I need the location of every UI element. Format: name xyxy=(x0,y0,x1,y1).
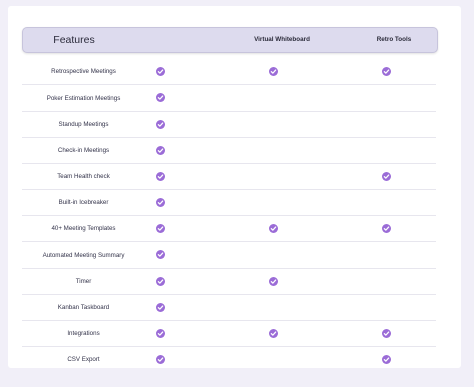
table-row: Check-in Meetings xyxy=(22,138,436,164)
table-row: Standup Meetings xyxy=(22,112,436,138)
feature-label: Standup Meetings xyxy=(58,121,109,128)
check-circle-icon xyxy=(156,354,165,364)
check-circle-icon xyxy=(156,66,165,76)
check-circle-icon xyxy=(156,328,165,338)
table-row: Built-in Icebreaker xyxy=(22,190,436,216)
check-circle-icon xyxy=(382,66,391,76)
feature-label: 40+ Meeting Templates xyxy=(51,225,116,232)
table-row: Automated Meeting Summary xyxy=(22,242,436,269)
check-circle-icon xyxy=(156,119,165,129)
check-circle-icon xyxy=(269,66,278,76)
table-row: Poker Estimation Meetings xyxy=(22,85,436,112)
header-virtual-whiteboard: Virtual Whiteboard xyxy=(254,36,310,43)
table-row: 40+ Meeting Templates xyxy=(22,216,436,242)
check-circle-icon xyxy=(382,328,391,338)
check-circle-icon xyxy=(269,328,278,338)
check-circle-icon xyxy=(156,223,165,233)
check-circle-icon xyxy=(382,223,391,233)
feature-label: Kanban Taskboard xyxy=(57,304,110,311)
header-features: Features xyxy=(53,34,95,46)
feature-label: Check-in Meetings xyxy=(57,147,110,154)
comparison-table-body: Retrospective Meetings Poker Estimation … xyxy=(22,59,436,372)
check-circle-icon xyxy=(156,276,165,286)
feature-label: Retrospective Meetings xyxy=(51,68,116,75)
check-circle-icon xyxy=(269,276,278,286)
table-row: Kanban Taskboard xyxy=(22,295,436,321)
check-circle-icon xyxy=(382,354,391,364)
table-row: Integrations xyxy=(22,321,436,347)
feature-label: CSV Export xyxy=(67,356,100,363)
table-row: Team Health check xyxy=(22,164,436,190)
comparison-card: Features Virtual Whiteboard Retro Tools … xyxy=(8,6,461,368)
header-retro-tools: Retro Tools xyxy=(376,36,412,43)
feature-label: Team Health check xyxy=(57,173,110,180)
check-circle-icon xyxy=(156,145,165,155)
check-circle-icon xyxy=(156,250,165,259)
feature-label: Timer xyxy=(75,278,92,285)
check-circle-icon xyxy=(156,302,165,312)
check-circle-icon xyxy=(156,93,165,102)
check-circle-icon xyxy=(269,223,278,233)
table-header: Features Virtual Whiteboard Retro Tools xyxy=(22,27,438,53)
feature-label: Poker Estimation Meetings xyxy=(46,94,121,102)
feature-label: Integrations xyxy=(67,330,100,337)
table-row: Timer xyxy=(22,269,436,295)
table-row: Retrospective Meetings xyxy=(22,59,436,85)
check-circle-icon xyxy=(156,197,165,207)
table-row: CSV Export xyxy=(22,347,436,372)
check-circle-icon xyxy=(382,171,391,181)
feature-label: Built-in Icebreaker xyxy=(58,199,109,206)
feature-label: Automated Meeting Summary xyxy=(42,251,125,259)
check-circle-icon xyxy=(156,171,165,181)
